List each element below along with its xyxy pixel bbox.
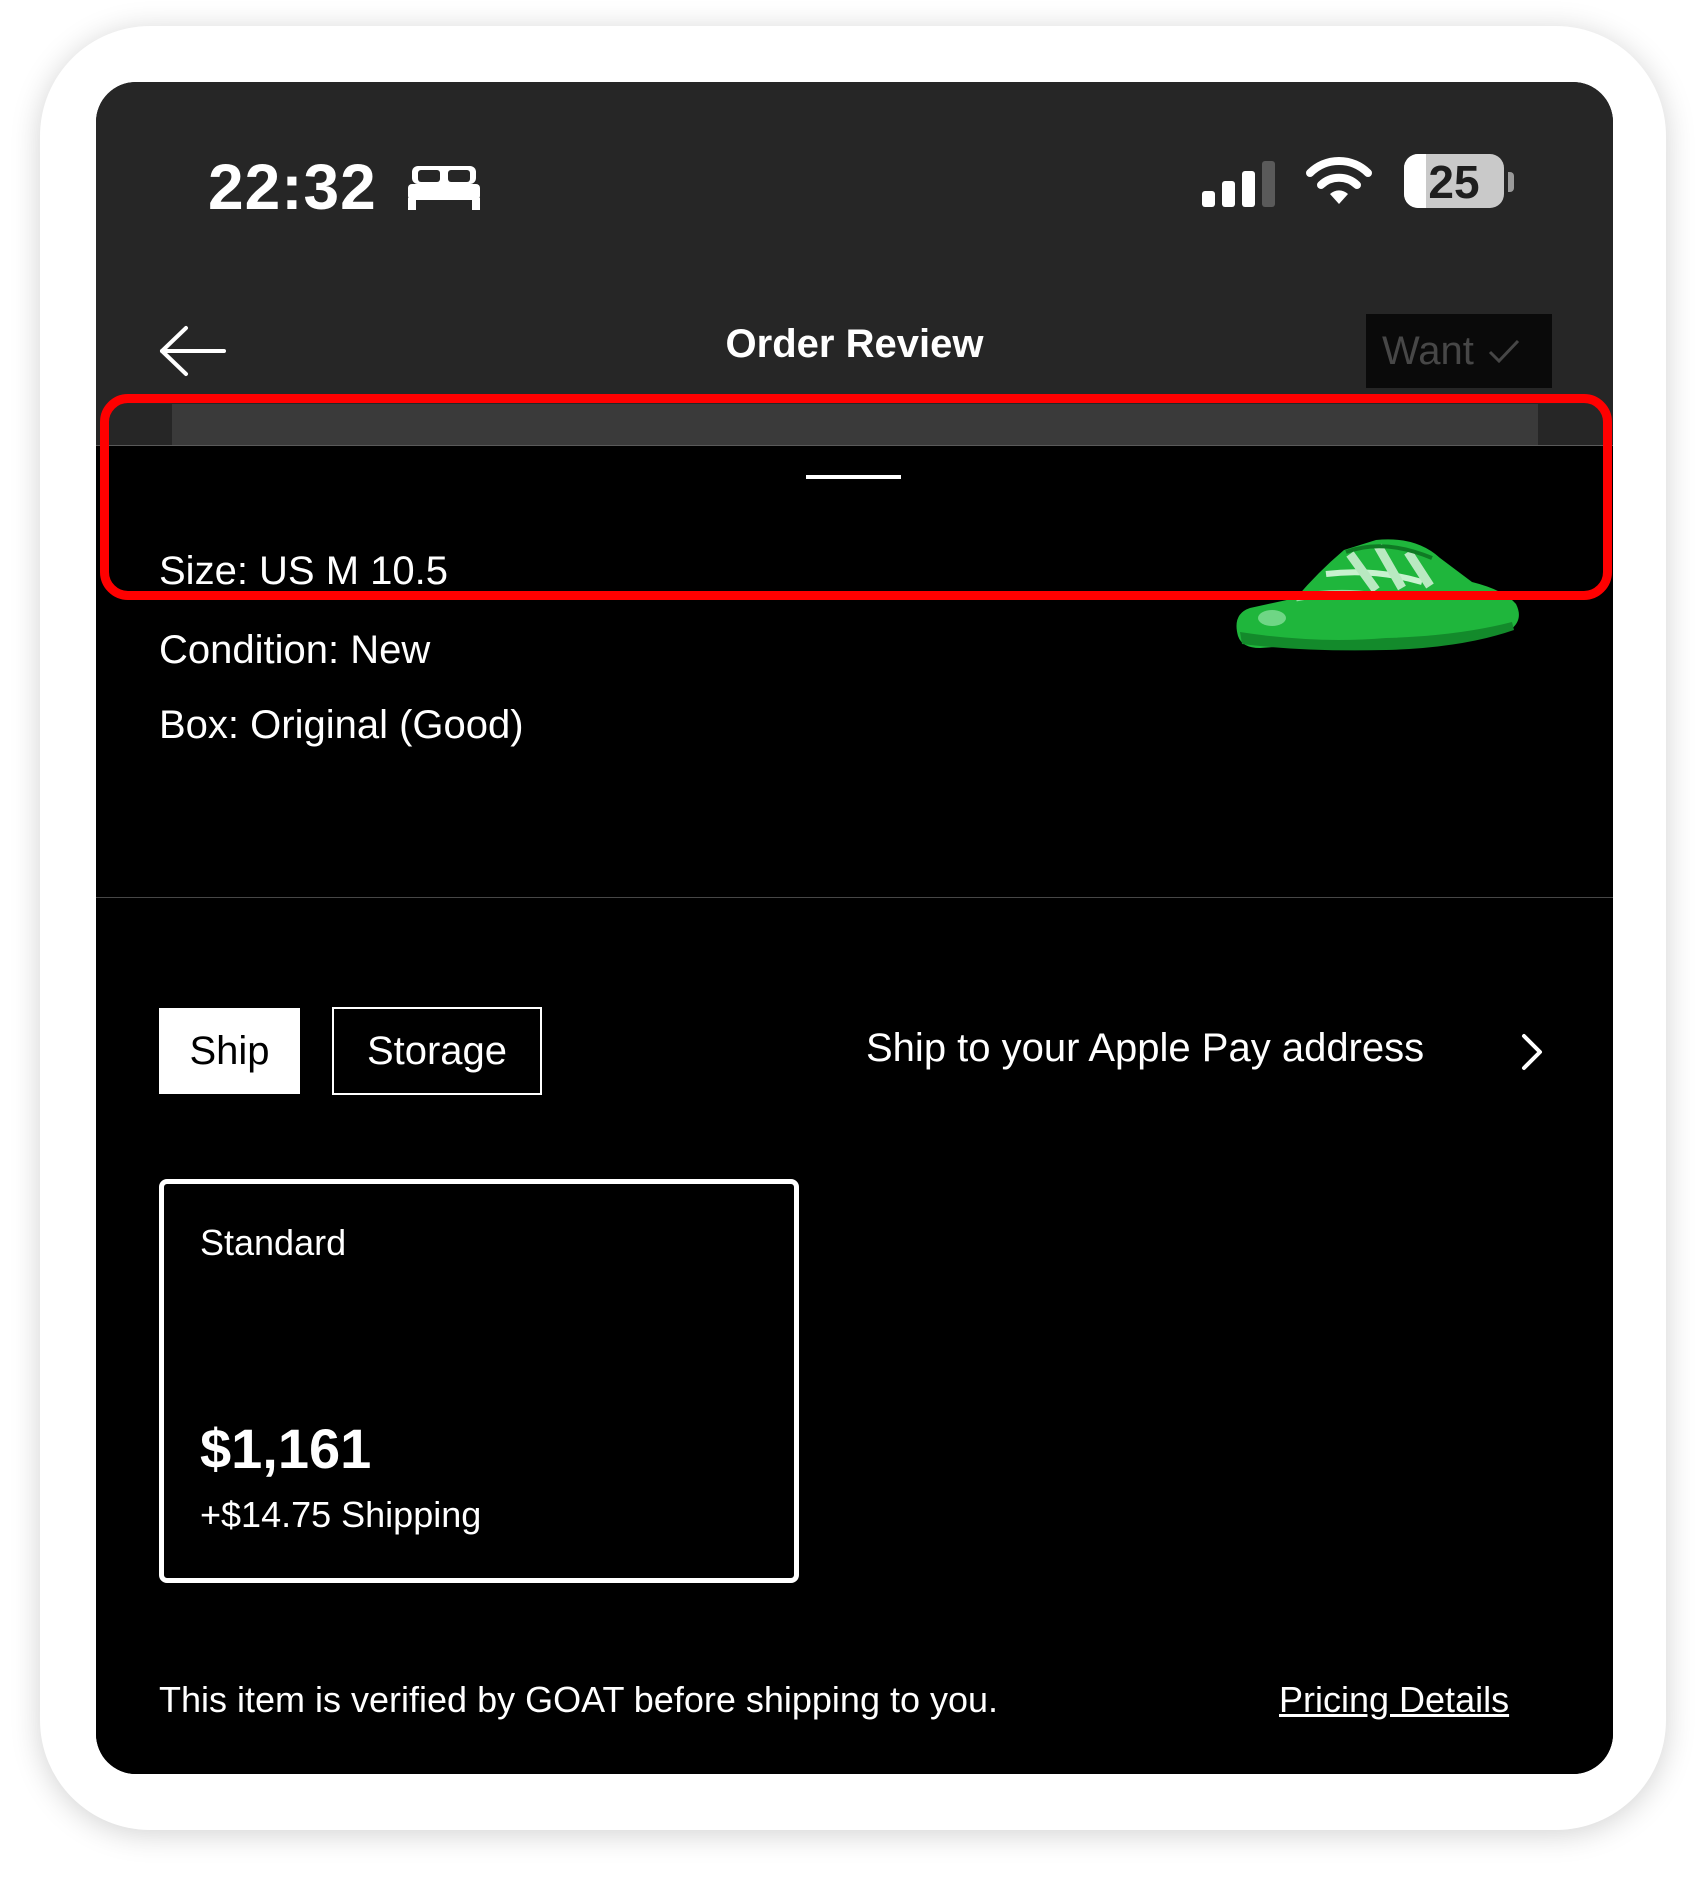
chevron-right-icon[interactable] — [1520, 1032, 1544, 1072]
battery-icon: 25 — [1404, 154, 1504, 208]
ship-address-link[interactable]: Ship to your Apple Pay address — [866, 1026, 1424, 1071]
tab-ship[interactable]: Ship — [159, 1008, 300, 1094]
shipping-option-name: Standard — [200, 1222, 347, 1263]
product-box: Box: Original (Good) — [159, 703, 524, 747]
product-condition: Condition: New — [159, 628, 431, 672]
section-divider — [96, 897, 1613, 898]
wifi-icon — [1306, 157, 1372, 204]
bed-icon — [408, 166, 480, 210]
tab-storage[interactable]: Storage — [332, 1007, 542, 1095]
verification-note: This item is verified by GOAT before shi… — [159, 1679, 999, 1720]
annotation-highlight-box — [100, 394, 1612, 600]
battery-percent: 25 — [1428, 156, 1480, 208]
shipping-option-price: $1,161 — [200, 1417, 372, 1480]
want-label: Want — [1382, 328, 1474, 373]
cellular-signal-icon — [1202, 161, 1275, 207]
checkmark-icon — [1488, 339, 1519, 364]
status-time: 22:32 — [208, 151, 377, 223]
shipping-option-fee: +$14.75 Shipping — [200, 1494, 482, 1535]
phone-screen: 22:32 25 Order Review Want Size: US M 10… — [96, 82, 1613, 1774]
battery-tip — [1508, 172, 1514, 192]
shipping-option-card[interactable]: Standard $1,161 +$14.75 Shipping — [159, 1179, 799, 1583]
want-button[interactable]: Want — [1366, 314, 1552, 388]
pricing-details-link[interactable]: Pricing Details — [1279, 1679, 1509, 1721]
